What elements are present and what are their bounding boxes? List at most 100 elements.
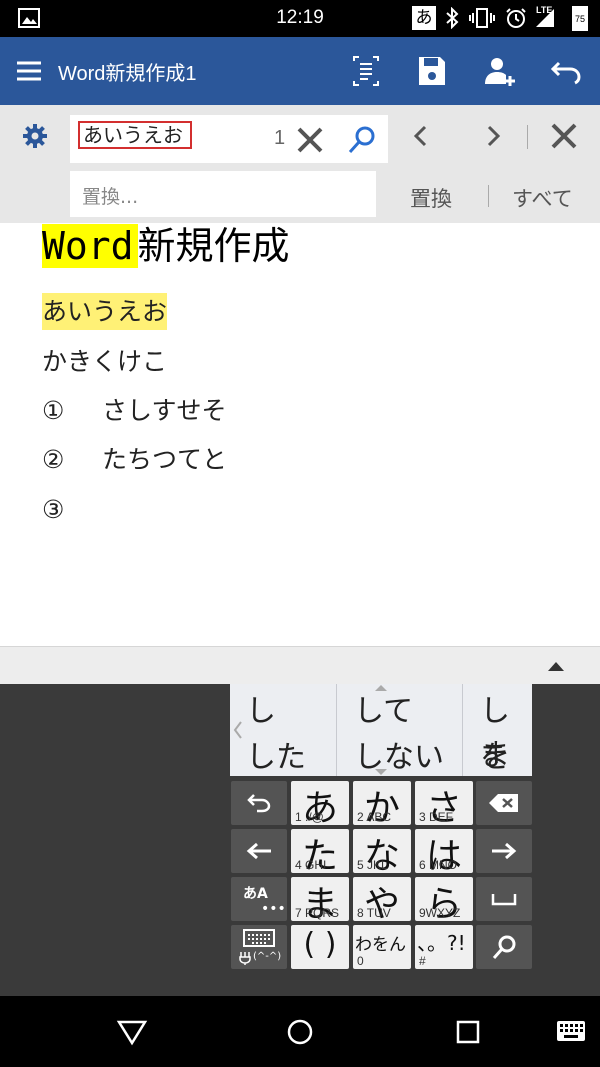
key-sublabel: # [419,954,426,968]
candidate-left-chevron-icon[interactable] [233,720,243,740]
kana-key-ha[interactable]: は 6 MNO [415,829,473,877]
emoticon-label: (^-^) [253,951,282,962]
status-bar: 12:19 あ LTE 75 [0,0,600,37]
document-canvas[interactable]: Word 新規作成 あいうえお かきくけこ ① さしすせそ ② たちつてと ③ [0,223,600,646]
candidate-item[interactable]: し [246,686,276,730]
key-label: わをん [355,935,406,955]
document-line[interactable]: あいうえお [42,293,168,330]
heading-text: 新規作成 [137,224,290,268]
list-item[interactable]: ③ [42,493,102,527]
app-bar: Word新規作成1 [0,37,600,105]
cursor-left-key[interactable] [231,829,287,873]
kana-key-sa[interactable]: さ 3 DEF [415,781,473,829]
expand-ribbon-icon[interactable] [546,659,566,673]
find-input[interactable]: あいうえお [78,121,192,149]
key-sublabel: 0 [357,954,364,968]
key-sublabel: 5 JKL [357,858,388,872]
candidate-item[interactable]: して [354,686,413,730]
reading-view-icon[interactable] [346,51,386,91]
undo-key[interactable] [231,781,287,825]
keyboard-settings-key[interactable]: (^-^) [231,925,287,969]
document-line[interactable]: かきくけこ [42,345,167,379]
ribbon-toggle-strip [0,646,600,685]
arrow-right-icon [492,842,517,860]
signal-icon [536,9,554,27]
ime-indicator: あ [412,6,436,30]
replace-button[interactable]: 置換 [410,183,452,213]
kana-key-ra[interactable]: ら 9WXYZ [415,877,473,925]
candidate-bar: し した して しない しま を [230,684,532,776]
cursor-right-key[interactable] [476,829,532,873]
bluetooth-icon [446,7,459,29]
previous-match-icon[interactable] [408,123,434,149]
candidate-down-icon[interactable] [374,768,388,776]
bracket-key[interactable]: ( ) [291,925,349,969]
clear-search-icon[interactable] [294,124,326,156]
share-add-person-icon[interactable] [480,51,520,91]
keyboard-switch-icon[interactable] [556,1020,586,1042]
key-sublabel: 7 PQRS [295,906,340,920]
kana-key-a[interactable]: あ 1 ./@ [291,781,349,829]
home-icon[interactable] [286,1018,314,1046]
recents-icon[interactable] [456,1020,480,1044]
list-marker: ② [42,445,65,474]
replace-input[interactable]: 置換... [82,182,138,209]
kana-key-ta[interactable]: た 4 GHI [291,829,349,877]
back-icon[interactable] [116,1018,148,1046]
key-sublabel: 3 DEF [419,810,454,824]
space-icon [491,894,517,906]
heading-highlighted-text: Word [42,224,138,268]
close-icon[interactable] [548,120,580,152]
key-sublabel: 2 ABC [357,810,392,824]
search-icon [492,935,516,959]
kana-key-ka[interactable]: か 2 ABC [353,781,411,829]
battery-icon: 75 [572,6,588,31]
list-item[interactable]: ② たちつてと [42,443,227,477]
navigation-bar [0,996,600,1067]
key-sublabel: 6 MNO [419,858,458,872]
kana-key-ma[interactable]: ま 7 PQRS [291,877,349,925]
divider [527,125,528,149]
punctuation-key[interactable]: 、。?! # [415,925,473,969]
list-item-text: さしすせそ [102,396,227,425]
search-match-highlight: あいうえお [42,293,168,330]
list-item[interactable]: ① さしすせそ [42,394,227,428]
space-key[interactable] [476,877,532,921]
key-label: 、。?! [417,931,466,955]
find-field[interactable]: あいうえお 1 [70,115,388,163]
candidate-item[interactable]: した [246,732,306,776]
keyboard-icon [243,929,275,947]
vibrate-icon [469,8,495,28]
undo-key-icon [247,794,271,813]
key-sublabel: 4 GHI [295,858,327,872]
divider [488,185,489,207]
document-heading[interactable]: Word 新規作成 [42,223,290,269]
find-replace-bar: あいうえお 1 置換... 置換 すべて [0,105,600,223]
candidate-item[interactable]: しない [354,732,444,776]
search-enter-key[interactable] [476,925,532,969]
key-sublabel: 1 ./@ [295,810,324,824]
input-mode-key[interactable]: あA ••• [231,877,287,921]
kana-key-ya[interactable]: や 8 TUV [353,877,411,925]
japanese-keyboard: し した して しない しま を あ 1 ./@ か 2 ABC さ 3 DEF [0,684,600,996]
more-dots-icon: ••• [261,901,286,917]
key-sublabel: 8 TUV [357,906,391,920]
arrow-left-icon [246,842,271,860]
backspace-key[interactable] [476,781,532,825]
voice-emoji-icon [239,952,251,965]
gear-icon[interactable] [22,123,48,149]
menu-icon[interactable] [16,60,42,82]
alarm-icon [506,8,526,28]
kana-key-wa[interactable]: わをん 0 [353,925,411,969]
candidate-item[interactable]: を [480,732,510,776]
next-match-icon[interactable] [480,123,506,149]
replace-field[interactable]: 置換... [70,171,376,217]
kana-key-na[interactable]: な 5 JKL [353,829,411,877]
search-icon[interactable] [346,124,378,156]
divider [462,684,463,776]
divider [336,684,337,776]
undo-icon[interactable] [546,51,586,91]
list-item-text: たちつてと [102,445,228,474]
save-icon[interactable] [412,51,452,91]
replace-all-button[interactable]: すべて [512,183,573,213]
